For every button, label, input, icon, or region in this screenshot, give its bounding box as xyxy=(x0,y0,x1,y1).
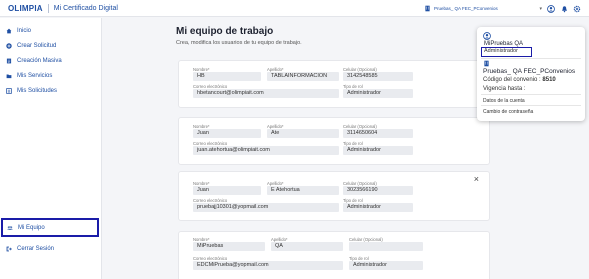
email-input[interactable]: hbetancourt@olimpiait.com xyxy=(193,89,339,98)
popup-user-role: Administrador xyxy=(481,47,532,57)
company-selector[interactable]: Pruebas_ QA FEC_PConvenios ▾ xyxy=(424,4,542,13)
top-bar-actions: Pruebas_ QA FEC_PConvenios ▾ xyxy=(424,0,581,17)
email-input[interactable]: pruebajj10301@yopmail.com xyxy=(193,203,339,212)
popup-divider xyxy=(481,105,581,106)
user-account-popup: MiPruebas QA Administrador Pruebas_ QA F… xyxy=(477,27,585,121)
sidebar-item-label: Creación Masiva xyxy=(17,57,62,64)
email-field[interactable]: Correo electrónico pruebajj10301@yopmail… xyxy=(193,198,339,212)
logout-icon xyxy=(6,246,12,252)
last-name-input[interactable]: Ate xyxy=(267,129,339,138)
chevron-down-icon: ▾ xyxy=(539,5,542,12)
top-bar: OLIMPIA Mi Certificado Digital Pruebas_ … xyxy=(0,0,589,17)
phone-input[interactable]: 3023566190 xyxy=(343,186,413,195)
logo-divider xyxy=(47,3,49,13)
sidebar: Inicio Crear Solicitud Creación Masiva M… xyxy=(0,18,102,279)
role-select[interactable]: Administrador xyxy=(343,203,413,212)
email-field[interactable]: Correo electrónico EDCMiPrueba@yopmail.c… xyxy=(193,256,343,270)
change-password-link[interactable]: Cambio de contraseña xyxy=(483,109,533,115)
sidebar-item-inicio[interactable]: Inicio xyxy=(0,23,101,38)
team-icon xyxy=(7,225,13,231)
sidebar-item-label: Mis Servicios xyxy=(17,72,53,79)
first-name-field[interactable]: Nombre* Juan xyxy=(193,124,261,138)
phone-input[interactable] xyxy=(349,242,423,251)
sidebar-item-mis-servicios[interactable]: Mis Servicios xyxy=(0,68,101,83)
settings-gear-icon[interactable] xyxy=(573,5,581,13)
sidebar-item-label: Mis Solicitudes xyxy=(17,87,58,94)
page-title: Mi equipo de trabajo xyxy=(176,26,274,37)
sidebar-item-mi-equipo[interactable]: Mi Equipo xyxy=(1,218,99,237)
sidebar-item-creacion-masiva[interactable]: Creación Masiva xyxy=(0,53,101,68)
last-name-input[interactable]: QA xyxy=(271,242,343,251)
role-field[interactable]: Tipo de rol Administrador xyxy=(349,256,423,270)
last-name-field[interactable]: Apellido* TABLAINFORMACION xyxy=(267,67,339,81)
document-icon xyxy=(6,58,12,64)
first-name-input[interactable]: Juan xyxy=(193,186,261,195)
close-icon[interactable]: × xyxy=(474,174,479,184)
last-name-field[interactable]: Apellido* E Atehortua xyxy=(267,181,339,195)
account-data-link[interactable]: Datos de la cuenta xyxy=(483,98,525,104)
last-name-field[interactable]: Apellido* QA xyxy=(271,237,343,251)
team-member-card: Nombre* HB Apellido* TABLAINFORMACION Ce… xyxy=(178,60,490,108)
role-field[interactable]: Tipo de rol Administrador xyxy=(343,84,413,98)
role-field[interactable]: Tipo de rol Administrador xyxy=(343,141,413,155)
notification-bell-icon[interactable] xyxy=(560,5,568,13)
agreement-code-value: 8510 xyxy=(542,77,556,83)
agreement-code-label: Código del convenio : xyxy=(483,77,541,83)
phone-field[interactable]: Celular (Opcional) xyxy=(349,237,423,251)
building-icon xyxy=(424,5,431,13)
first-name-field[interactable]: Nombre* HB xyxy=(193,67,261,81)
last-name-input[interactable]: E Atehortua xyxy=(267,186,339,195)
phone-input[interactable]: 3142548585 xyxy=(343,72,413,81)
folder-icon xyxy=(6,73,12,79)
role-select[interactable]: Administrador xyxy=(343,89,413,98)
popup-agreement-code: Código del convenio : 8510 xyxy=(483,77,556,83)
first-name-input[interactable]: Juan xyxy=(193,129,261,138)
popup-validity: Vigencia hasta : xyxy=(483,86,526,92)
sidebar-item-label: Inicio xyxy=(17,27,32,34)
role-select[interactable]: Administrador xyxy=(349,261,423,270)
first-name-field[interactable]: Nombre* MiPruebas xyxy=(193,237,265,251)
app-title: Mi Certificado Digital xyxy=(53,4,118,12)
company-selector-value: Pruebas_ QA FEC_PConvenios xyxy=(434,6,498,11)
team-member-card: × Nombre* Juan Apellido* E Atehortua Cel… xyxy=(178,171,490,221)
olimpia-logo: OLIMPIA xyxy=(8,3,43,13)
popup-divider xyxy=(481,58,581,59)
email-field[interactable]: Correo electrónico juan.atehortua@olimpi… xyxy=(193,141,339,155)
logout-button[interactable]: Cerrar Sesión xyxy=(6,246,54,252)
role-field[interactable]: Tipo de rol Administrador xyxy=(343,198,413,212)
first-name-field[interactable]: Nombre* Juan xyxy=(193,181,261,195)
logout-label: Cerrar Sesión xyxy=(17,246,55,252)
team-member-card: Nombre* MiPruebas Apellido* QA Celular (… xyxy=(178,231,490,279)
team-member-card: Nombre* Juan Apellido* Ate Celular (Opci… xyxy=(178,117,490,165)
sidebar-item-crear-solicitud[interactable]: Crear Solicitud xyxy=(0,38,101,53)
sidebar-item-label: Crear Solicitud xyxy=(17,42,57,49)
list-icon xyxy=(6,87,12,94)
sidebar-item-mis-solicitudes[interactable]: Mis Solicitudes xyxy=(0,83,101,98)
role-select[interactable]: Administrador xyxy=(343,146,413,155)
phone-input[interactable]: 3114650604 xyxy=(343,129,413,138)
email-input[interactable]: juan.atehortua@olimpiait.com xyxy=(193,146,339,155)
add-circle-icon xyxy=(6,42,12,49)
sidebar-item-label: Mi Equipo xyxy=(18,224,45,231)
phone-field[interactable]: Celular (Opcional) 3114650604 xyxy=(343,124,413,138)
popup-divider xyxy=(481,94,581,95)
home-icon xyxy=(6,28,12,34)
last-name-input[interactable]: TABLAINFORMACION xyxy=(267,72,339,81)
page-subtitle: Crea, modifica los usuarios de tu equipo… xyxy=(176,40,302,46)
phone-field[interactable]: Celular (Opcional) 3142548585 xyxy=(343,67,413,81)
phone-field[interactable]: Celular (Opcional) 3023566190 xyxy=(343,181,413,195)
last-name-field[interactable]: Apellido* Ate xyxy=(267,124,339,138)
email-field[interactable]: Correo electrónico hbetancourt@olimpiait… xyxy=(193,84,339,98)
first-name-input[interactable]: HB xyxy=(193,72,261,81)
user-account-icon[interactable] xyxy=(547,4,555,13)
first-name-input[interactable]: MiPruebas xyxy=(193,242,265,251)
popup-company-name: Pruebas_ QA FEC_PConvenios xyxy=(483,68,576,75)
email-input[interactable]: EDCMiPrueba@yopmail.com xyxy=(193,261,343,270)
